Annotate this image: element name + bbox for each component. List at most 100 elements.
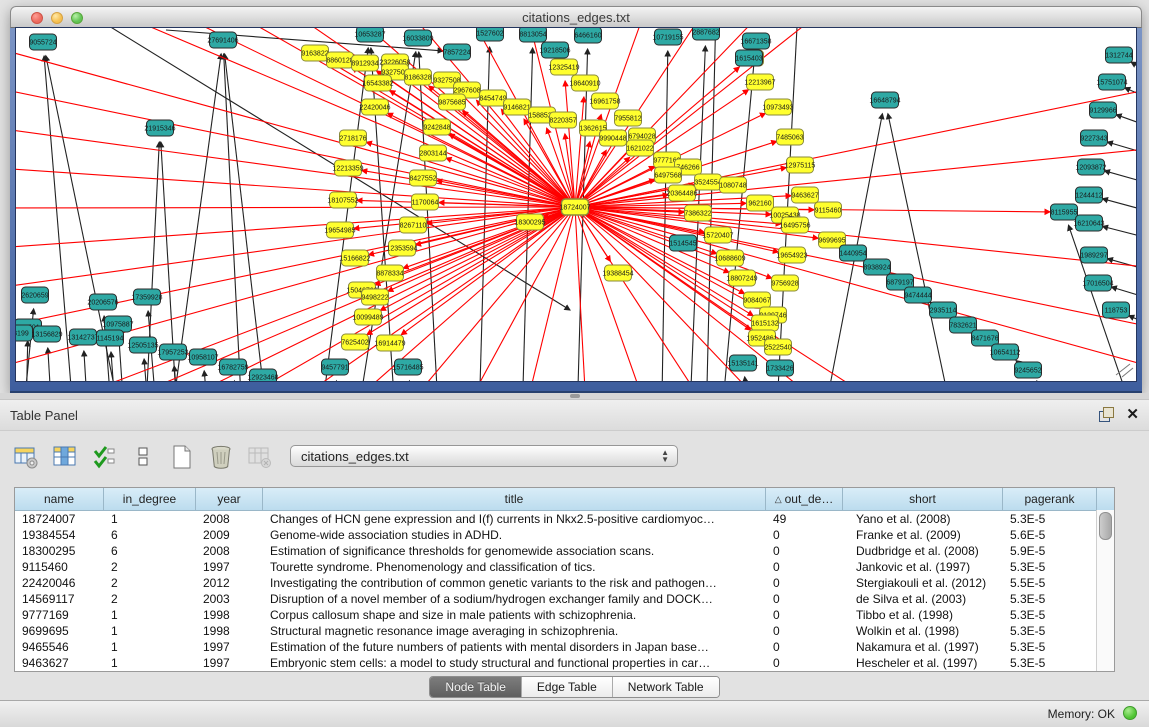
graph-node[interactable]: 21915346 [144, 120, 175, 136]
graph-node[interactable]: 9498222 [361, 289, 388, 305]
graph-node[interactable]: 17359928 [131, 289, 162, 305]
graph-node[interactable]: 1527602 [476, 28, 503, 41]
graph-node[interactable]: 17016504 [1082, 275, 1113, 291]
graph-node[interactable]: 12975115 [785, 157, 816, 173]
graph-node[interactable]: 16914479 [374, 335, 405, 351]
graph-node[interactable]: 9227343 [1080, 130, 1107, 146]
graph-node[interactable]: 8115955 [1051, 204, 1078, 220]
new-table-icon[interactable] [168, 443, 196, 471]
table-selector-dropdown[interactable]: citations_edges.txt ▲▼ [290, 445, 678, 467]
graph-node[interactable]: 18807249 [726, 270, 757, 286]
show-column-icon[interactable] [51, 443, 79, 471]
graph-node[interactable]: 8938924 [863, 259, 890, 275]
graph-node[interactable]: 1080748 [719, 177, 746, 193]
graph-node[interactable]: 9115460 [815, 202, 842, 218]
graph-node[interactable]: 18640910 [569, 75, 600, 91]
graph-node[interactable]: 7485063 [776, 129, 803, 145]
tab-edge-table[interactable]: Edge Table [522, 677, 613, 697]
graph-node[interactable]: 9163822 [301, 45, 328, 61]
graph-node[interactable]: 1244412 [1075, 187, 1102, 203]
delete-icon[interactable] [207, 443, 235, 471]
graph-node[interactable]: 10653287 [354, 28, 385, 42]
graph-node[interactable]: 15166822 [339, 250, 370, 266]
table-options-icon[interactable] [12, 443, 40, 471]
graph-node[interactable]: 6466160 [574, 28, 601, 43]
graph-node[interactable]: 12505135 [127, 337, 158, 353]
graph-node[interactable]: 18724007 [559, 199, 590, 215]
graph-node[interactable]: 16671358 [740, 33, 771, 49]
graph-node[interactable]: 9242848 [423, 119, 450, 135]
graph-node[interactable]: 17957253 [157, 344, 188, 360]
column-header-pagerank[interactable]: pagerank [1003, 488, 1097, 510]
graph-node[interactable]: 1621022 [626, 140, 653, 156]
graph-node[interactable]: 10099489 [352, 309, 383, 325]
table-vertical-scrollbar[interactable] [1096, 510, 1114, 671]
graph-node[interactable]: 20206576 [87, 294, 118, 310]
table-row[interactable]: 946362711997Embryonic stem cells: a mode… [15, 655, 1114, 671]
graph-node[interactable]: 16543382 [362, 75, 393, 91]
graph-node[interactable]: 7625402 [341, 334, 368, 350]
graph-node[interactable]: 10958107 [187, 349, 218, 365]
graph-node[interactable]: 16648794 [869, 92, 900, 108]
graph-node[interactable]: 2522540 [764, 339, 791, 355]
table-row[interactable]: 1872400712008Changes of HCN gene express… [15, 511, 1114, 527]
float-panel-icon[interactable] [1099, 407, 1114, 422]
table-row[interactable]: 946554611997Estimation of the future num… [15, 639, 1114, 655]
graph-node[interactable]: 8878334 [376, 265, 403, 281]
table-row[interactable]: 911546021997Tourette syndrome. Phenomeno… [15, 559, 1114, 575]
graph-node[interactable]: 2620659 [21, 287, 48, 303]
graph-node[interactable]: 1440954 [839, 245, 866, 261]
table-row[interactable]: 2242004622012Investigating the contribut… [15, 575, 1114, 591]
graph-node[interactable]: 12353594 [386, 240, 417, 256]
table-row[interactable]: 1830029562008Estimation of significance … [15, 543, 1114, 559]
graph-node[interactable]: 962160 [747, 195, 774, 211]
graph-node[interactable]: 12093872 [1075, 159, 1106, 175]
table-row[interactable]: 977716911998Corpus callosum shape and si… [15, 607, 1114, 623]
graph-node[interactable]: 10719155 [652, 29, 683, 45]
graph-node[interactable]: 33199 [16, 325, 33, 341]
table-row[interactable]: 1938455462009Genome-wide association stu… [15, 527, 1114, 543]
graph-node[interactable]: 8860128 [326, 52, 353, 68]
graph-node[interactable]: 7386322 [684, 205, 711, 221]
graph-node[interactable]: 1989297 [1080, 247, 1107, 263]
graph-node[interactable]: 9875685 [438, 94, 465, 110]
graph-node[interactable]: 8186328 [404, 69, 431, 85]
graph-node[interactable]: 1145194 [97, 330, 124, 346]
graph-node[interactable]: 9990448 [599, 130, 626, 146]
graph-node[interactable]: 19218506 [539, 42, 570, 58]
graph-node[interactable]: 13156829 [31, 326, 62, 342]
graph-node[interactable]: 2718176 [339, 130, 366, 146]
tab-network-table[interactable]: Network Table [613, 677, 719, 697]
select-columns-icon[interactable] [90, 443, 118, 471]
graph-node[interactable]: 16495756 [779, 217, 810, 233]
graph-node[interactable]: 19654985 [324, 222, 355, 238]
graph-node[interactable]: 15751074 [1096, 74, 1127, 90]
column-header-outde[interactable]: △out_de… [766, 488, 843, 510]
column-header-title[interactable]: title [263, 488, 766, 510]
row-options-icon[interactable] [129, 443, 157, 471]
graph-node[interactable]: 10688609 [714, 250, 745, 266]
graph-node[interactable]: 9084067 [743, 292, 770, 308]
graph-node[interactable]: 16210643 [1073, 215, 1104, 231]
graph-node[interactable]: 1733426 [766, 360, 793, 376]
graph-node[interactable]: 15720407 [702, 227, 733, 243]
graph-node[interactable]: 2887682 [692, 28, 719, 40]
graph-node[interactable]: 16782759 [217, 359, 248, 375]
graph-node[interactable]: 12213359 [332, 160, 363, 176]
graph-node[interactable]: 12325419 [548, 59, 579, 75]
graph-node[interactable]: 8267110 [400, 217, 427, 233]
graph-node[interactable]: 8813054 [519, 28, 546, 42]
graph-node[interactable]: 1615403 [735, 50, 762, 66]
graph-node[interactable]: 6497568 [654, 167, 681, 183]
graph-node[interactable]: 12213967 [744, 74, 775, 90]
graph-node[interactable]: 3524554 [694, 174, 721, 190]
graph-node[interactable]: 118753 [1103, 302, 1130, 318]
column-header-year[interactable]: year [196, 488, 263, 510]
tab-node-table[interactable]: Node Table [430, 677, 522, 697]
graph-node[interactable]: 16961758 [589, 93, 620, 109]
graph-node[interactable]: 9756928 [771, 275, 798, 291]
graph-node[interactable]: 10973493 [762, 99, 793, 115]
column-header-name[interactable]: name [15, 488, 104, 510]
graph-node[interactable]: 12923468 [247, 369, 278, 381]
table-row[interactable]: 1456911722003Disruption of a novel membe… [15, 591, 1114, 607]
